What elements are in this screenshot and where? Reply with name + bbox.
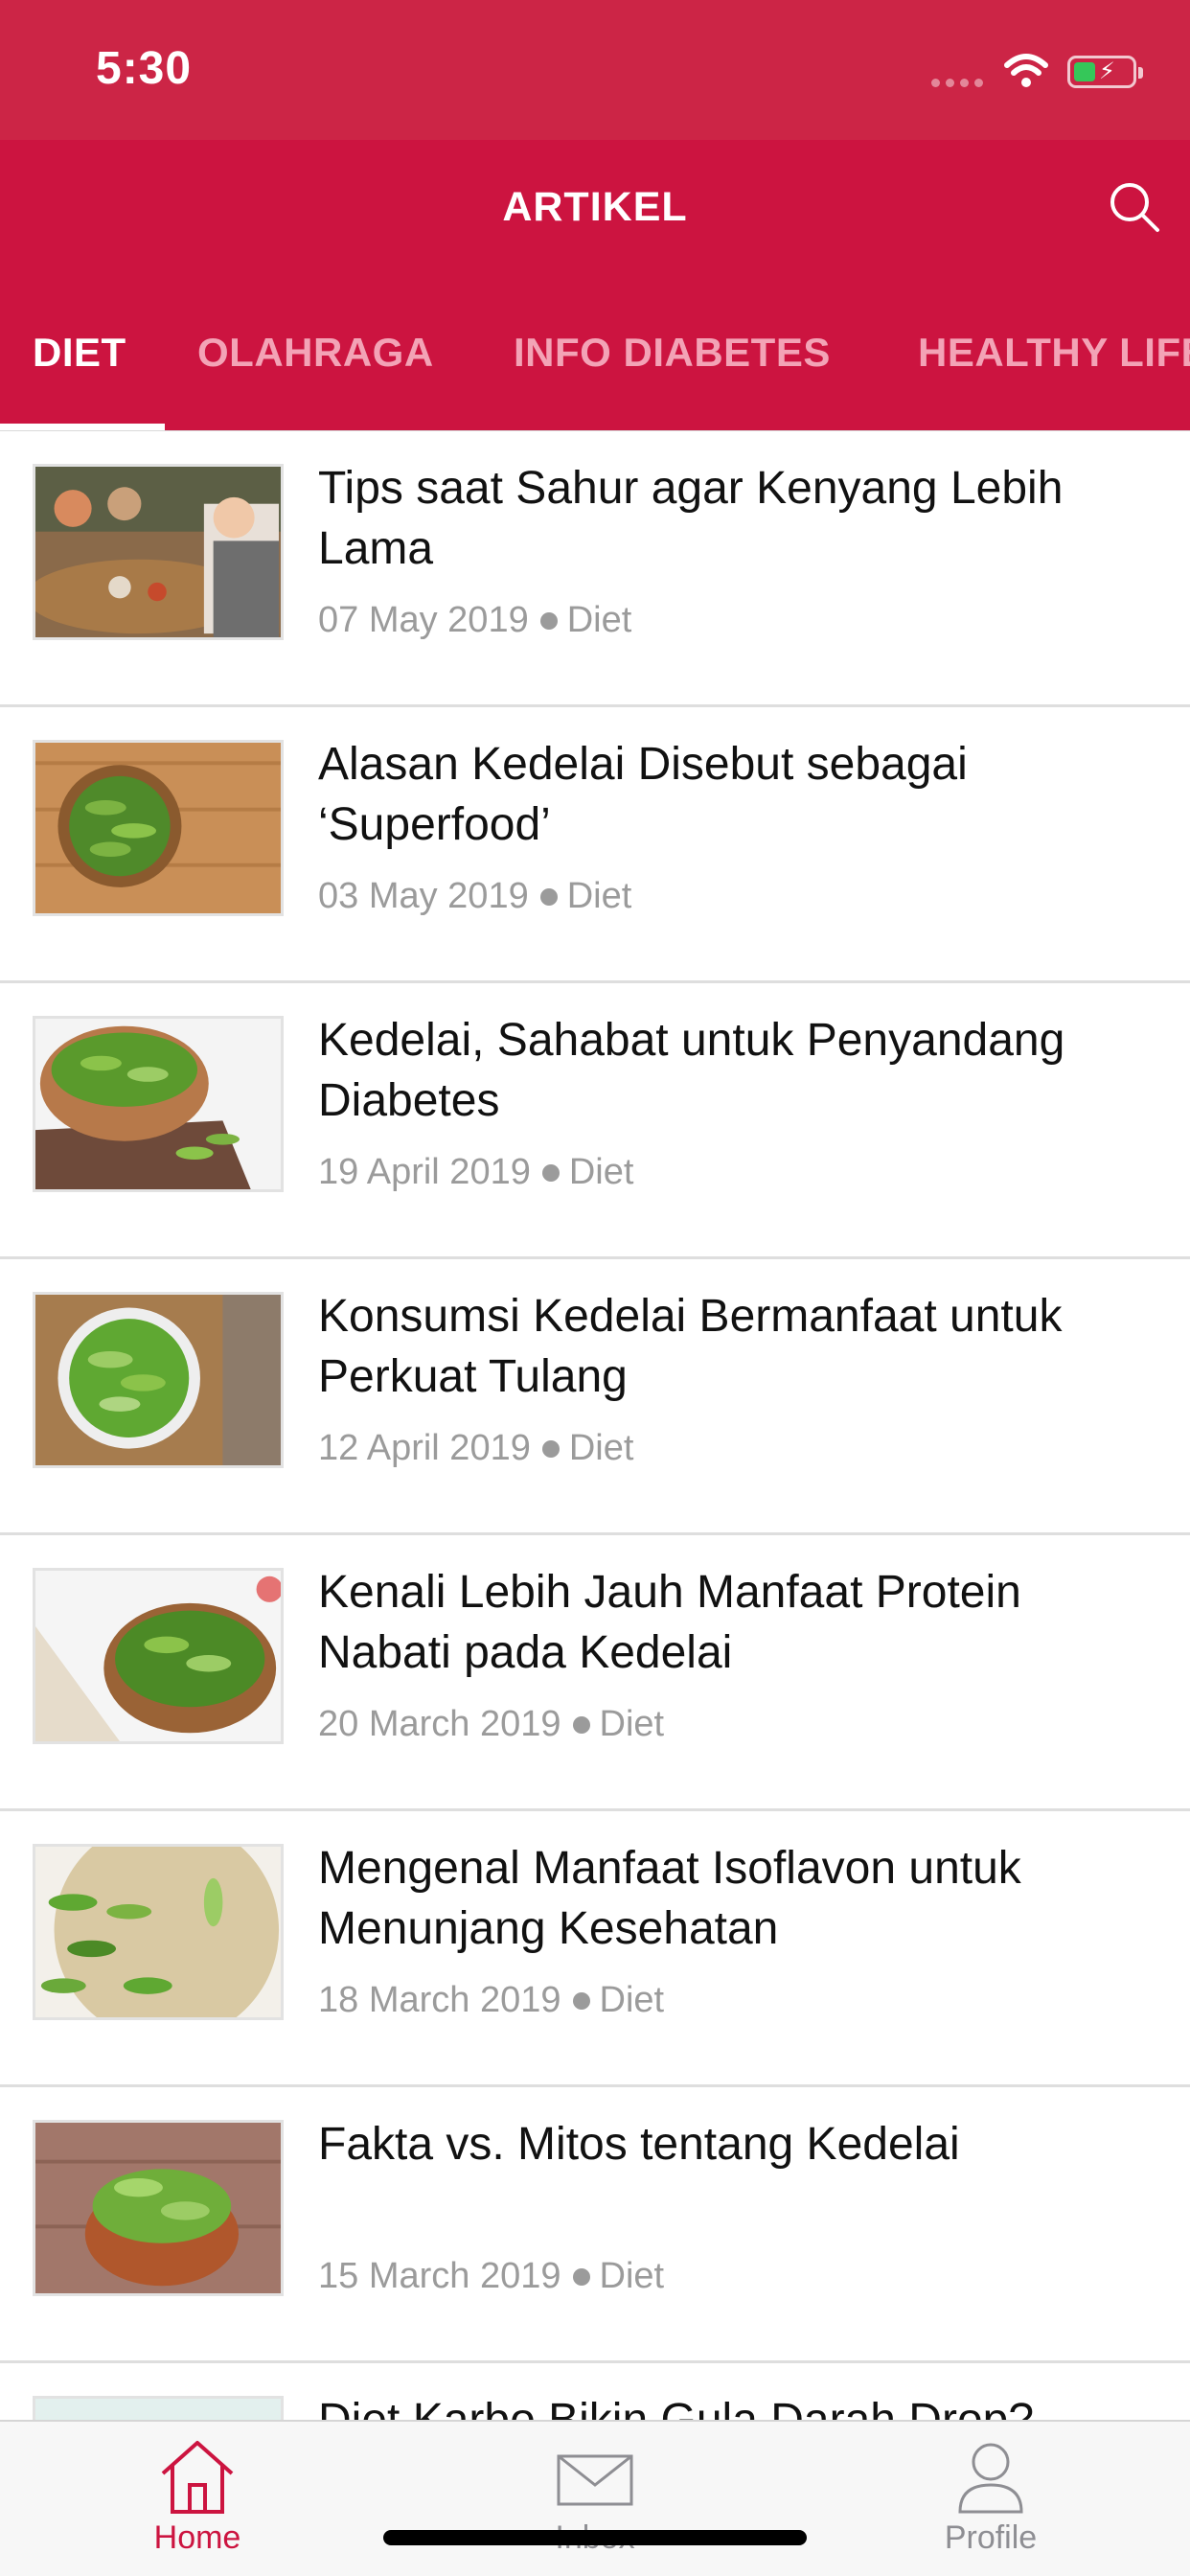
article-thumbnail bbox=[33, 1292, 284, 1468]
article-title: Mengenal Manfaat Isoflavon untuk Menunja… bbox=[318, 1843, 1021, 1954]
article-thumbnail bbox=[33, 2120, 284, 2296]
home-indicator[interactable] bbox=[383, 2530, 807, 2545]
nav-profile[interactable]: Profile bbox=[876, 2435, 1106, 2557]
article-thumbnail bbox=[33, 1844, 284, 2020]
article-meta: 07 May 2019 Diet bbox=[318, 600, 631, 641]
status-bar: 5:30 ⚡ bbox=[0, 0, 1190, 140]
article-item[interactable]: Mengenal Manfaat Isoflavon untuk Menunja… bbox=[0, 1811, 1190, 2087]
article-category: Diet bbox=[599, 2256, 665, 2296]
article-meta: 19 April 2019 Diet bbox=[318, 1152, 633, 1193]
category-tabs: DIET OLAHRAGA INFO DIABETES HEALTHY LIFE bbox=[0, 280, 1190, 431]
status-time: 5:30 bbox=[96, 43, 193, 94]
article-title: Kenali Lebih Jauh Manfaat Protein Nabati… bbox=[318, 1567, 1021, 1678]
article-date: 19 April 2019 bbox=[318, 1152, 531, 1192]
article-title: Alasan Kedelai Disebut sebagai ‘Superfoo… bbox=[318, 739, 968, 850]
wifi-icon bbox=[1004, 54, 1048, 87]
article-date: 18 March 2019 bbox=[318, 1980, 561, 2020]
home-icon bbox=[161, 2441, 234, 2514]
article-date: 12 April 2019 bbox=[318, 1428, 531, 1468]
article-item[interactable]: Diet Karbo Bikin Gula Darah Drop? bbox=[0, 2363, 1190, 2420]
article-item[interactable]: Kedelai, Sahabat untuk Penyandang Diabet… bbox=[0, 983, 1190, 1259]
separator-dot-icon bbox=[572, 2267, 590, 2286]
profile-icon bbox=[958, 2443, 1023, 2514]
nav-profile-label: Profile bbox=[944, 2519, 1038, 2556]
article-title: Konsumsi Kedelai Bermanfaat untuk Perkua… bbox=[318, 1291, 1063, 1402]
article-thumbnail bbox=[33, 1016, 284, 1192]
article-date: 03 May 2019 bbox=[318, 876, 529, 916]
inbox-icon bbox=[557, 2454, 633, 2506]
article-item[interactable]: Alasan Kedelai Disebut sebagai ‘Superfoo… bbox=[0, 707, 1190, 983]
article-thumbnail bbox=[33, 464, 284, 640]
article-meta: 18 March 2019 Diet bbox=[318, 1980, 664, 2021]
tab-diet[interactable]: DIET bbox=[33, 330, 126, 376]
separator-dot-icon bbox=[541, 1439, 560, 1458]
article-date: 20 March 2019 bbox=[318, 1704, 561, 1744]
tab-healthy-life[interactable]: HEALTHY LIFE bbox=[918, 330, 1190, 376]
article-category: Diet bbox=[599, 1704, 665, 1744]
header: ARTIKEL bbox=[0, 140, 1190, 280]
bottom-navigation: Home Inbox Profile bbox=[0, 2420, 1190, 2576]
article-meta: 12 April 2019 Diet bbox=[318, 1428, 633, 1469]
article-list[interactable]: Tips saat Sahur agar Kenyang Lebih Lama … bbox=[0, 431, 1190, 2420]
nav-home[interactable]: Home bbox=[82, 2435, 312, 2557]
article-title: Diet Karbo Bikin Gula Darah Drop? bbox=[318, 2390, 1161, 2420]
article-item[interactable]: Tips saat Sahur agar Kenyang Lebih Lama … bbox=[0, 431, 1190, 707]
article-meta: 15 March 2019 Diet bbox=[318, 2256, 664, 2297]
article-meta: 03 May 2019 Diet bbox=[318, 876, 631, 917]
article-category: Diet bbox=[566, 876, 632, 916]
separator-dot-icon bbox=[541, 1163, 560, 1182]
article-category: Diet bbox=[568, 1152, 634, 1192]
article-category: Diet bbox=[566, 600, 632, 640]
separator-dot-icon bbox=[539, 887, 558, 906]
article-meta: 20 March 2019 Diet bbox=[318, 1704, 664, 1745]
article-title: Tips saat Sahur agar Kenyang Lebih Lama bbox=[318, 463, 1064, 574]
search-icon[interactable] bbox=[1106, 178, 1163, 236]
tab-info-diabetes[interactable]: INFO DIABETES bbox=[514, 330, 831, 376]
article-item[interactable]: Konsumsi Kedelai Bermanfaat untuk Perkua… bbox=[0, 1259, 1190, 1535]
page-title: ARTIKEL bbox=[502, 184, 688, 230]
separator-dot-icon bbox=[572, 1715, 590, 1734]
article-category: Diet bbox=[599, 1980, 665, 2020]
separator-dot-icon bbox=[539, 611, 558, 630]
tab-olahraga[interactable]: OLAHRAGA bbox=[197, 330, 434, 376]
article-thumbnail bbox=[33, 1568, 284, 1744]
article-title: Kedelai, Sahabat untuk Penyandang Diabet… bbox=[318, 1015, 1065, 1126]
cellular-signal-icon bbox=[931, 79, 983, 87]
nav-home-label: Home bbox=[153, 2519, 241, 2556]
separator-dot-icon bbox=[572, 1991, 590, 2010]
active-tab-indicator bbox=[0, 424, 165, 430]
article-item[interactable]: Fakta vs. Mitos tentang Kedelai 15 March… bbox=[0, 2087, 1190, 2363]
article-thumbnail bbox=[33, 2396, 284, 2420]
article-category: Diet bbox=[568, 1428, 634, 1468]
battery-icon: ⚡ bbox=[1067, 56, 1143, 88]
article-title: Fakta vs. Mitos tentang Kedelai bbox=[318, 2119, 960, 2170]
article-date: 07 May 2019 bbox=[318, 600, 529, 640]
article-item[interactable]: Kenali Lebih Jauh Manfaat Protein Nabati… bbox=[0, 1535, 1190, 1811]
article-date: 15 March 2019 bbox=[318, 2256, 561, 2296]
article-thumbnail bbox=[33, 740, 284, 916]
